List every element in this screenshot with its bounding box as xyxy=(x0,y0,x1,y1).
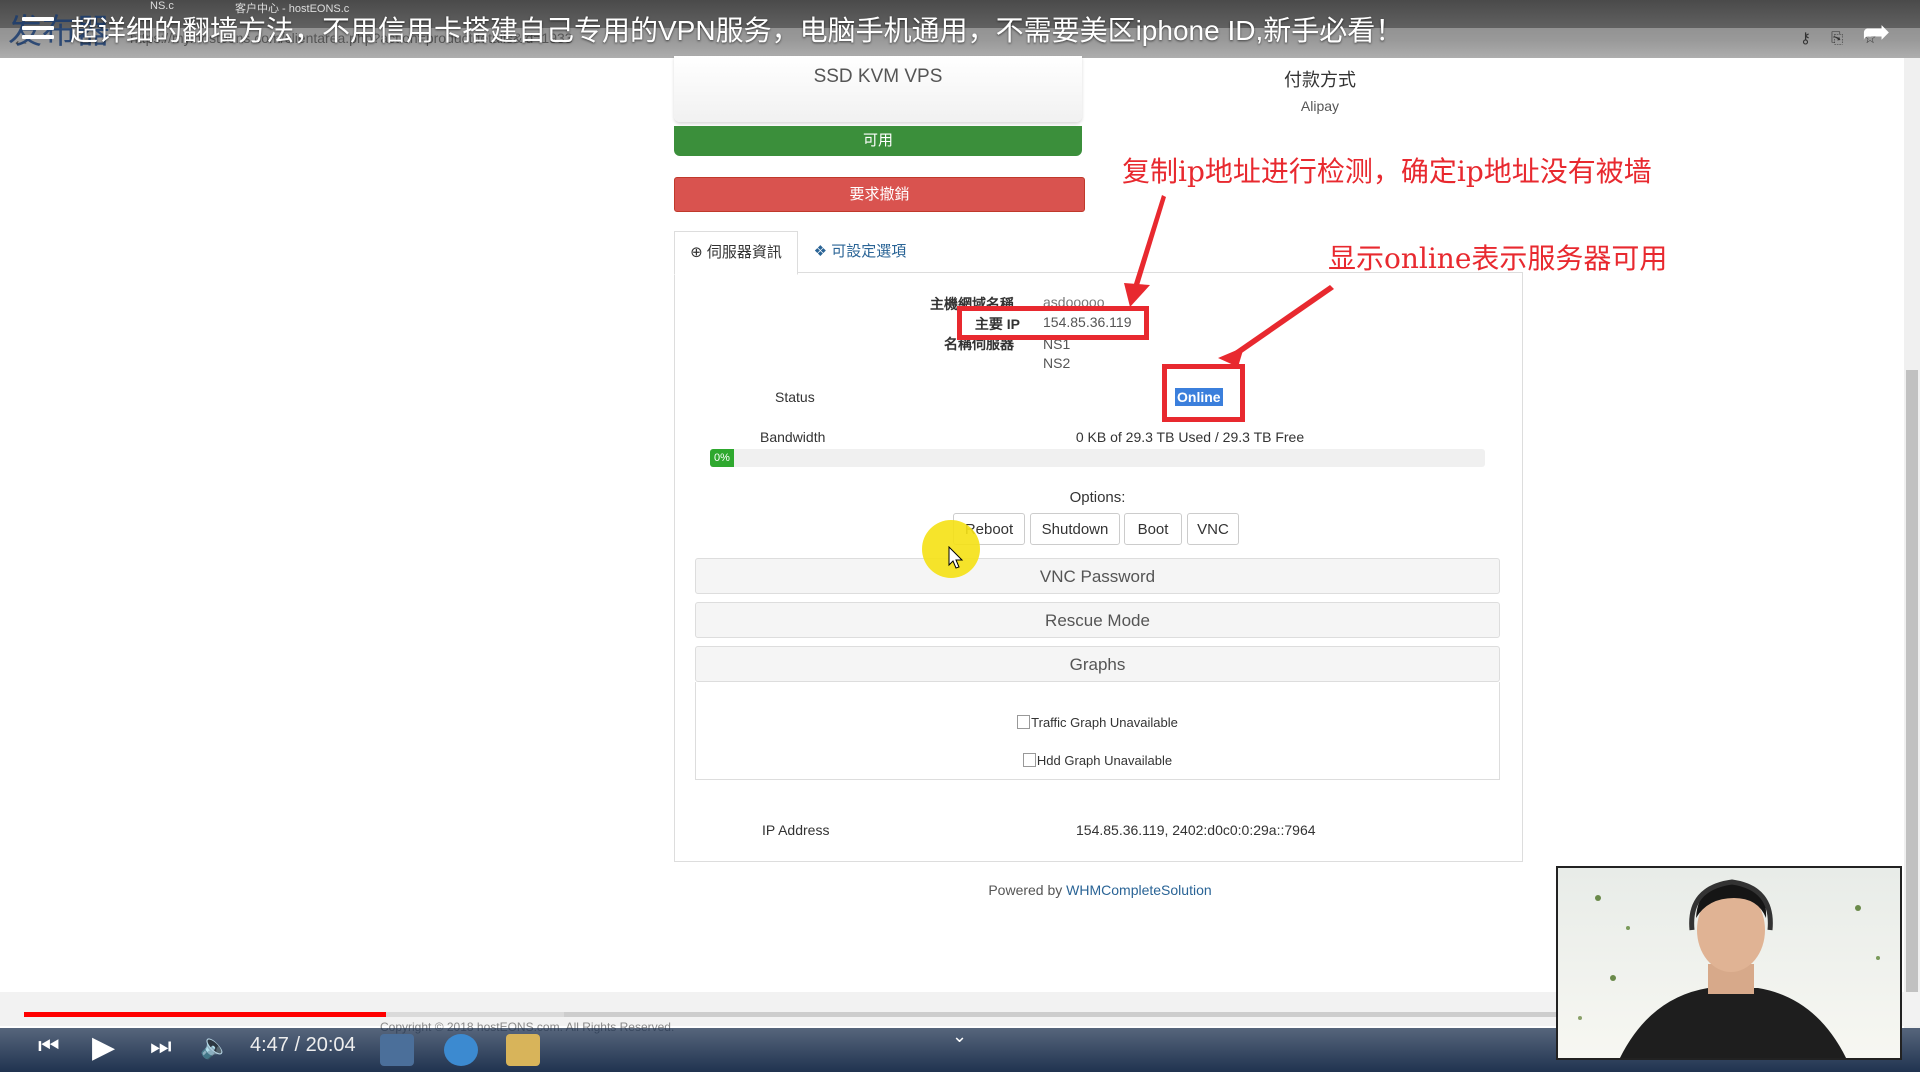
request-cancellation-button[interactable]: 要求撤銷 xyxy=(674,177,1085,212)
chevron-down-icon[interactable]: ⌄ xyxy=(952,1026,967,1047)
options-label: Options: xyxy=(1069,489,1126,506)
video-progress-played xyxy=(24,1012,386,1017)
webcam-overlay xyxy=(1556,866,1902,1060)
rescue-mode-accordion[interactable]: Rescue Mode xyxy=(695,602,1500,638)
tab-label: 可設定選項 xyxy=(831,243,907,260)
taskbar-app-icon[interactable] xyxy=(444,1034,478,1066)
broken-image-icon xyxy=(1022,753,1036,767)
whmcs-link[interactable]: WHMCompleteSolution xyxy=(1066,882,1212,898)
hdd-graph: Hdd Graph Unavailable xyxy=(695,753,1500,768)
ip-address-label: IP Address xyxy=(762,822,830,838)
taskbar-app-icon[interactable] xyxy=(380,1034,414,1066)
traffic-graph: Traffic Graph Unavailable xyxy=(695,715,1500,730)
vnc-password-accordion[interactable]: VNC Password xyxy=(695,558,1500,594)
status-online: Online xyxy=(1175,388,1223,406)
annotation-arrows xyxy=(1124,195,1334,367)
bandwidth-usage: 0 KB of 29.3 TB Used / 29.3 TB Free xyxy=(1075,429,1305,445)
scrollbar-thumb[interactable] xyxy=(1906,370,1918,992)
mouse-cursor-icon xyxy=(948,546,964,569)
payment-method-value: Alipay xyxy=(1300,98,1340,114)
product-name: SSD KVM VPS xyxy=(813,66,943,87)
hdd-graph-alt: Hdd Graph Unavailable xyxy=(1036,753,1173,768)
bandwidth-progress-fill: 0% xyxy=(710,449,734,467)
previous-icon[interactable]: ⏮ xyxy=(38,1033,60,1061)
video-title[interactable]: 超详细的翻墙方法，不用信用卡搭建自己专用的VPN服务，电脑手机通用，不需要美区i… xyxy=(70,9,1403,49)
graphs-accordion[interactable]: Graphs xyxy=(695,646,1500,682)
shutdown-button[interactable]: Shutdown xyxy=(1030,513,1120,545)
traffic-graph-alt: Traffic Graph Unavailable xyxy=(1031,715,1178,730)
next-icon[interactable]: ⏭ xyxy=(150,1033,172,1061)
volume-icon[interactable]: 🔈 xyxy=(200,1032,230,1061)
bandwidth-progress-bar xyxy=(710,449,1485,467)
globe-icon: ⊕ xyxy=(690,244,703,261)
tab-config-options[interactable]: ❖ 可設定選項 xyxy=(805,231,915,273)
annotation-copy-ip: 复制ip地址进行检测，确定ip地址没有被墙 xyxy=(1122,155,1652,188)
presenter-video xyxy=(1578,879,1880,1058)
nameserver-2: NS2 xyxy=(1043,355,1071,371)
primary-ip-value[interactable]: 154.85.36.119 xyxy=(1043,314,1132,330)
primary-ip-label: 主要 IP xyxy=(974,316,1020,332)
taskbar-folder-icon[interactable] xyxy=(506,1034,540,1066)
powered-by: Powered by WHMCompleteSolution xyxy=(900,882,1300,898)
play-icon[interactable]: ▶ xyxy=(92,1030,115,1065)
tab-label: 伺服器資訊 xyxy=(706,244,782,261)
playlist-menu-icon[interactable] xyxy=(22,17,54,41)
broken-image-icon xyxy=(1017,715,1031,729)
tab-server-info[interactable]: ⊕ 伺服器資訊 xyxy=(674,231,798,275)
cubes-icon: ❖ xyxy=(813,243,828,260)
ip-address-value: 154.85.36.119, 2402:d0c0:0:29a::7964 xyxy=(1076,822,1316,838)
boot-button[interactable]: Boot xyxy=(1124,513,1182,545)
annotation-online: 显示online表示服务器可用 xyxy=(1328,242,1668,275)
payment-method-label: 付款方式 xyxy=(1284,70,1356,90)
vnc-button[interactable]: VNC xyxy=(1187,513,1239,545)
status-label: Status xyxy=(775,389,815,405)
share-icon[interactable]: ➦ xyxy=(1862,12,1891,52)
video-time: 4:47 / 20:04 xyxy=(250,1034,356,1056)
product-status-badge: 可用 xyxy=(674,126,1082,156)
powered-prefix: Powered by xyxy=(988,882,1067,898)
bandwidth-label: Bandwidth xyxy=(760,429,826,445)
